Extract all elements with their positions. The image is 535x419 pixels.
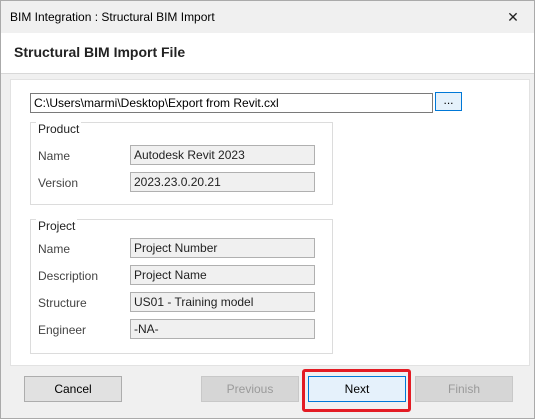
product-version-label: Version xyxy=(38,176,79,190)
title-bar: BIM Integration : Structural BIM Import … xyxy=(1,1,534,33)
project-engineer-field: -NA- xyxy=(130,319,315,339)
file-path-input[interactable] xyxy=(30,93,433,113)
finish-button[interactable]: Finish xyxy=(415,376,513,402)
product-version-field: 2023.23.0.20.21 xyxy=(130,172,315,192)
project-engineer-label: Engineer xyxy=(38,323,87,337)
product-name-field: Autodesk Revit 2023 xyxy=(130,145,315,165)
project-description-field: Project Name xyxy=(130,265,315,285)
project-legend: Project xyxy=(36,219,78,233)
window-title: BIM Integration : Structural BIM Import xyxy=(10,10,215,24)
project-name-field: Project Number xyxy=(130,238,315,258)
previous-button[interactable]: Previous xyxy=(201,376,299,402)
project-structure-field: US01 - Training model xyxy=(130,292,315,312)
close-icon[interactable]: ✕ xyxy=(500,5,526,29)
project-structure-label: Structure xyxy=(38,296,87,310)
dialog-window: BIM Integration : Structural BIM Import … xyxy=(0,0,535,419)
product-legend: Product xyxy=(36,122,82,136)
page-title: Structural BIM Import File xyxy=(14,44,186,60)
product-name-label: Name xyxy=(38,149,71,163)
cancel-button[interactable]: Cancel xyxy=(24,376,122,402)
browse-button[interactable]: ... xyxy=(435,92,462,111)
project-description-label: Description xyxy=(38,269,99,283)
project-name-label: Name xyxy=(38,242,71,256)
next-button[interactable]: Next xyxy=(308,376,406,402)
header-panel: Structural BIM Import File xyxy=(1,33,534,74)
